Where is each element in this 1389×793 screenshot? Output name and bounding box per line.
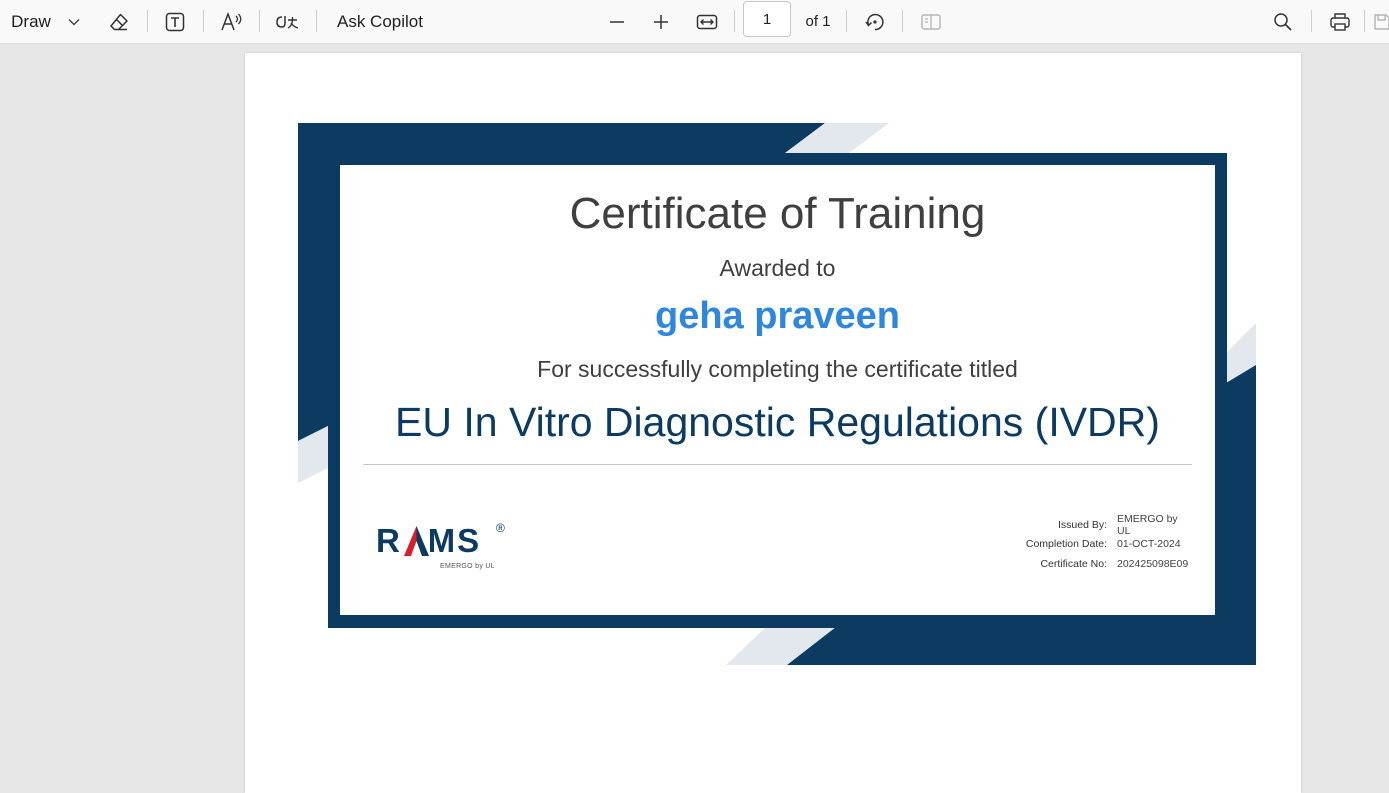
print-icon (1329, 12, 1351, 32)
frame-top-band (298, 123, 825, 153)
course-title: EU In Vitro Diagnostic Regulations (IVDR… (395, 399, 1160, 445)
read-aloud-icon (220, 11, 244, 33)
toolbar-divider (1311, 10, 1312, 32)
zoom-in-button[interactable] (646, 0, 676, 43)
frame-left-band (298, 153, 328, 441)
zoom-out-button[interactable] (602, 0, 632, 43)
chevron-down-icon (68, 18, 80, 26)
issued-by-label: Issued By: (1057, 518, 1107, 531)
logo-registered-mark: ® (496, 521, 505, 535)
toolbar-divider (147, 10, 148, 32)
certificate-details: Issued By: EMERGO by UL Completion Date:… (1026, 512, 1191, 574)
read-aloud-button[interactable] (216, 0, 248, 43)
translate-icon (274, 11, 300, 33)
frame-bottom-band (787, 627, 1256, 665)
translate-button[interactable] (270, 0, 304, 43)
completion-date-value: 01-OCT-2024 (1117, 538, 1181, 551)
detail-row: Certificate No: 202425098E09 (1026, 554, 1191, 574)
draw-label: Draw (11, 11, 51, 31)
divider-line (363, 464, 1192, 465)
certificate-no-value: 202425098E09 (1117, 557, 1189, 570)
search-icon (1273, 12, 1293, 32)
ask-copilot-button[interactable]: Ask Copilot (330, 0, 430, 43)
certificate-body: Certificate of Training Awarded to geha … (340, 165, 1215, 615)
page-number-input[interactable] (743, 1, 791, 37)
search-button[interactable] (1268, 0, 1298, 43)
fit-width-icon (696, 13, 718, 31)
certificate-no-label: Certificate No: (1040, 557, 1107, 570)
save-icon (1372, 12, 1389, 32)
toolbar-divider (902, 10, 903, 32)
zoom-in-icon (652, 13, 670, 31)
draw-options-dropdown[interactable] (62, 0, 86, 43)
eraser-icon (108, 11, 130, 33)
completion-date-label: Completion Date: (1025, 538, 1107, 551)
detail-row: Completion Date: 01-OCT-2024 (1026, 535, 1191, 555)
fit-to-width-button[interactable] (692, 0, 722, 43)
draw-button[interactable]: Draw (8, 0, 54, 43)
recipient-name: geha praveen (655, 295, 900, 337)
logo-a-mark-icon (403, 525, 430, 557)
rotate-icon (864, 11, 886, 33)
ask-copilot-label: Ask Copilot (337, 11, 423, 31)
save-button[interactable] (1372, 0, 1389, 43)
toolbar-divider (1364, 10, 1365, 32)
toolbar-divider (316, 10, 317, 32)
certificate-title: Certificate of Training (569, 189, 986, 238)
awarded-to-text: Awarded to (719, 255, 836, 281)
page-view-button[interactable] (916, 0, 946, 43)
rotate-button[interactable] (860, 0, 890, 43)
toolbar-divider (259, 10, 260, 32)
rams-logo: RAMS ® EMERGO by UL (376, 521, 526, 577)
page-view-icon (920, 12, 942, 32)
detail-row: Issued By: EMERGO by UL (1026, 512, 1191, 537)
add-text-button[interactable] (160, 0, 190, 43)
print-button[interactable] (1325, 0, 1355, 43)
toolbar-divider (734, 10, 735, 32)
erase-button[interactable] (104, 0, 134, 43)
zoom-out-icon (608, 13, 626, 31)
toolbar-divider (846, 10, 847, 32)
logo-tagline: EMERGO by UL (440, 563, 495, 570)
text-box-icon (164, 11, 186, 33)
pdf-toolbar: Draw Ask Copilot 1 of 1 (0, 0, 1389, 44)
toolbar-divider (203, 10, 204, 32)
page-count-label: of 1 (805, 13, 831, 30)
completion-text: For successfully completing the certific… (537, 356, 1018, 382)
page-count: of 1 (800, 0, 836, 43)
frame-right-band (1226, 365, 1256, 665)
issued-by-value: EMERGO by UL (1117, 512, 1178, 537)
